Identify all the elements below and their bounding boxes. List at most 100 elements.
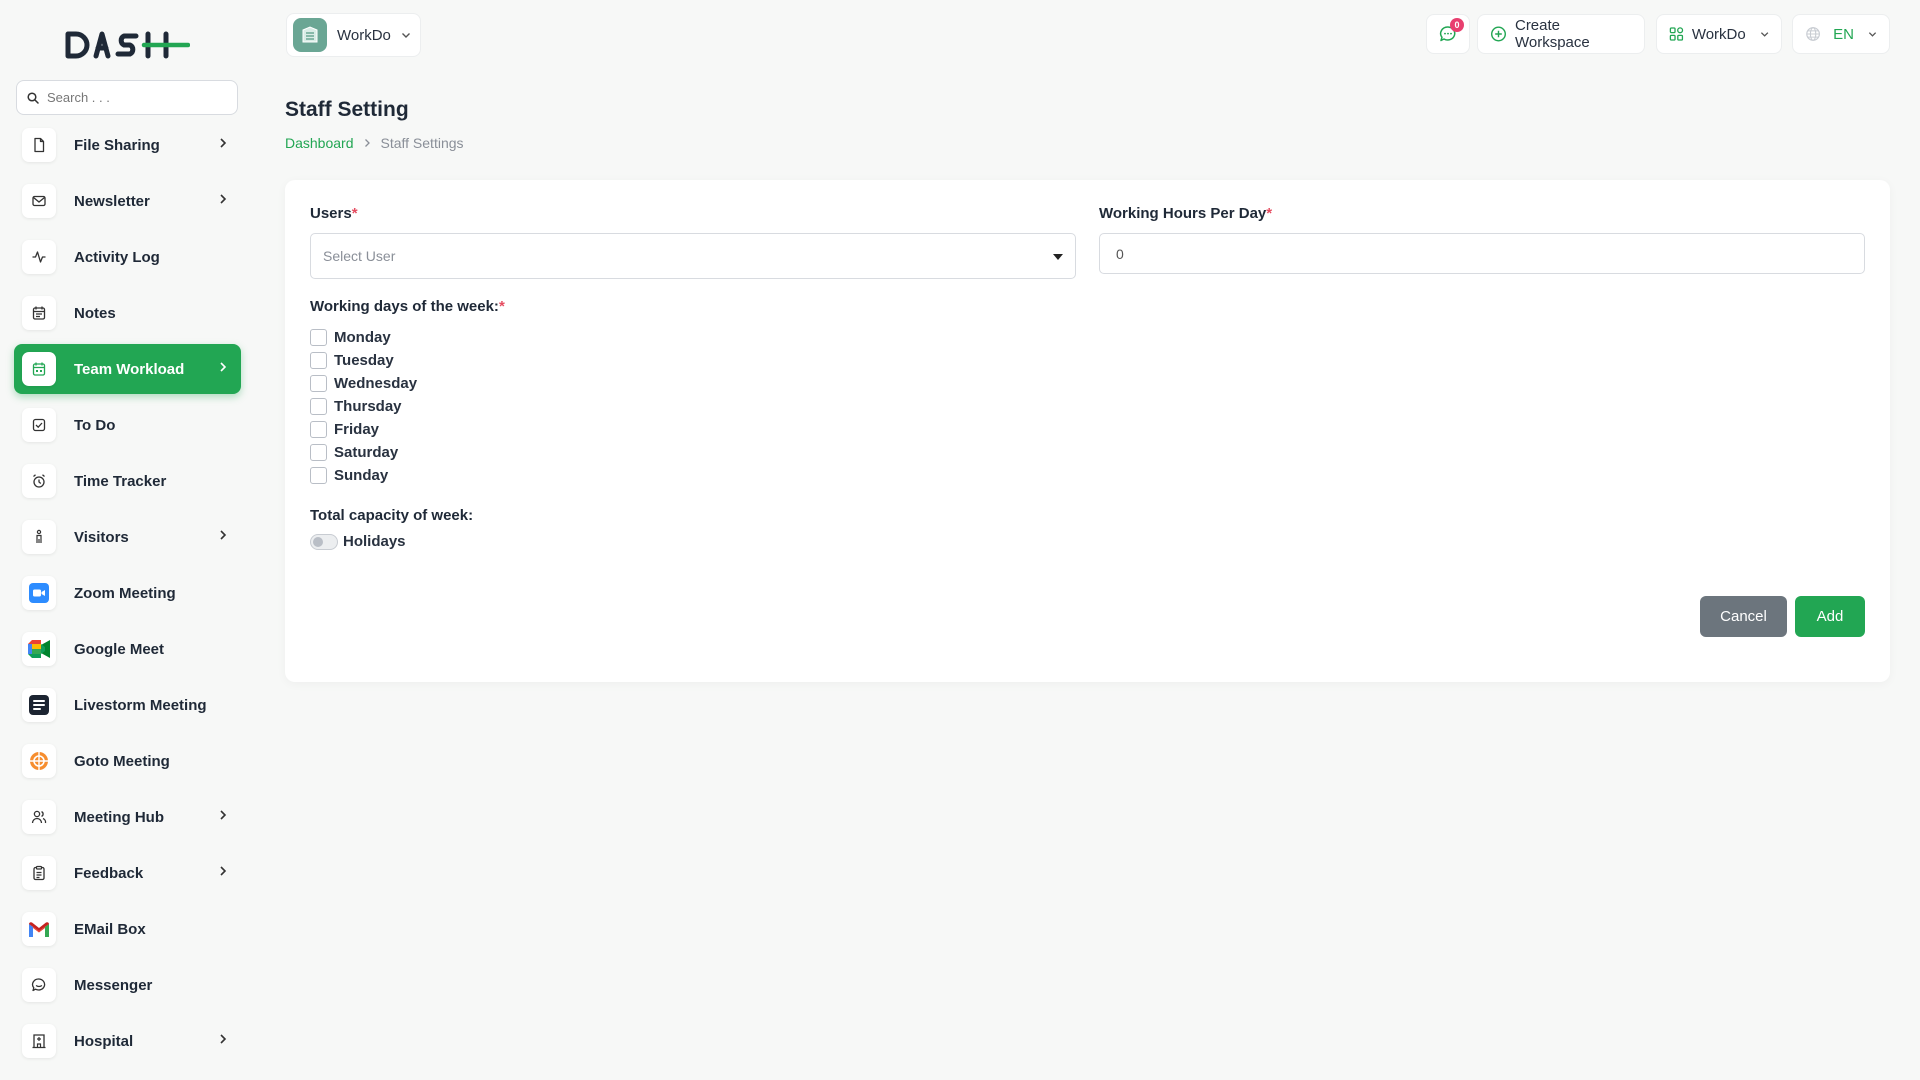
sidebar-item-label: Time Tracker [74, 472, 167, 490]
sidebar-item-label: Google Meet [74, 640, 165, 658]
total-capacity-label: Total capacity of week: [310, 507, 474, 524]
alarm-icon [22, 464, 56, 498]
working-days-list: Monday Tuesday Wednesday Thursday Friday… [310, 326, 417, 487]
chevron-right-icon [220, 866, 227, 876]
sidebar-item-hospital[interactable]: Hospital [14, 1016, 241, 1066]
apps-icon [1669, 27, 1684, 41]
caret-down-icon [1053, 254, 1063, 260]
sidebar-item-label: Hospital [74, 1032, 134, 1050]
workspace-name: WorkDo [337, 26, 391, 44]
sidebar-item-notes[interactable]: Notes [14, 288, 241, 338]
livestorm-icon [22, 688, 56, 722]
google-meet-icon [22, 632, 56, 666]
holidays-toggle-row: Holidays [310, 533, 406, 550]
create-workspace-label: Create Workspace [1514, 17, 1590, 51]
sidebar-item-visitors[interactable]: Visitors [14, 512, 241, 562]
create-workspace-button[interactable]: Create Workspace [1477, 14, 1645, 54]
checkbox-thursday[interactable] [310, 398, 327, 415]
gmail-icon [22, 912, 56, 946]
sidebar-item-team-workload[interactable]: Team Workload [14, 344, 241, 394]
activity-icon [22, 240, 56, 274]
sidebar-item-google-meet[interactable]: Google Meet [14, 624, 241, 674]
plus-circle-icon [1490, 26, 1506, 42]
sidebar-item-label: Feedback [74, 864, 144, 882]
add-button[interactable]: Add [1795, 596, 1865, 637]
checkbox-saturday[interactable] [310, 444, 327, 461]
checkbox-monday[interactable] [310, 329, 327, 346]
chevron-down-icon [1760, 31, 1769, 37]
checkbox-tuesday[interactable] [310, 352, 327, 369]
sidebar-item-label: Team Workload [74, 360, 185, 378]
sidebar-item-label: Livestorm Meeting [74, 696, 207, 714]
file-icon [22, 128, 56, 162]
workspace-logo-icon [293, 18, 327, 52]
messages-button[interactable]: 0 [1426, 14, 1470, 54]
search-input[interactable] [47, 90, 217, 105]
day-saturday[interactable]: Saturday [310, 441, 417, 464]
working-days-label: Working days of the week:* [310, 298, 505, 315]
day-tuesday[interactable]: Tuesday [310, 349, 417, 372]
breadcrumb: Dashboard Staff Settings [285, 135, 464, 151]
sidebar-item-label: Activity Log [74, 248, 160, 266]
language-dropdown[interactable]: EN [1792, 14, 1890, 54]
users-select[interactable]: Select User [310, 233, 1076, 279]
notes-icon [22, 296, 56, 330]
sidebar-item-time-tracker[interactable]: Time Tracker [14, 456, 241, 506]
workspace-switcher[interactable]: WorkDo [286, 13, 421, 57]
language-label: EN [1833, 25, 1855, 43]
dash-logo-icon [65, 31, 190, 59]
checkbox-friday[interactable] [310, 421, 327, 438]
staff-setting-form: Users* Select User Working Hours Per Day… [285, 180, 1890, 682]
sidebar-item-feedback[interactable]: Feedback [14, 848, 241, 898]
sidebar-item-label: File Sharing [74, 136, 160, 154]
breadcrumb-separator-icon [364, 139, 370, 147]
sidebar-item-label: Meeting Hub [74, 808, 164, 826]
users-select-placeholder: Select User [323, 248, 396, 264]
sidebar-item-label: Visitors [74, 528, 129, 546]
page-title: Staff Setting [285, 98, 409, 121]
search-box[interactable] [16, 80, 238, 115]
sidebar-item-label: Newsletter [74, 192, 150, 210]
day-wednesday[interactable]: Wednesday [310, 372, 417, 395]
checkbox-sunday[interactable] [310, 467, 327, 484]
checkbox-wednesday[interactable] [310, 375, 327, 392]
day-thursday[interactable]: Thursday [310, 395, 417, 418]
cancel-button[interactable]: Cancel [1700, 596, 1787, 637]
chevron-right-icon [220, 1034, 227, 1044]
workspace-dropdown[interactable]: WorkDo [1656, 14, 1782, 54]
sidebar-item-newsletter[interactable]: Newsletter [14, 176, 241, 226]
sidebar-nav: File Sharing Newsletter Activity Log Not… [14, 120, 241, 1072]
sidebar-item-activity-log[interactable]: Activity Log [14, 232, 241, 282]
person-icon [22, 520, 56, 554]
sidebar-item-zoom-meeting[interactable]: Zoom Meeting [14, 568, 241, 618]
day-friday[interactable]: Friday [310, 418, 417, 441]
sidebar-item-goto-meeting[interactable]: Goto Meeting [14, 736, 241, 786]
breadcrumb-dashboard-link[interactable]: Dashboard [285, 135, 354, 151]
day-monday[interactable]: Monday [310, 326, 417, 349]
sidebar-item-livestorm-meeting[interactable]: Livestorm Meeting [14, 680, 241, 730]
working-hours-input[interactable] [1099, 233, 1865, 274]
chevron-right-icon [220, 810, 227, 820]
day-sunday[interactable]: Sunday [310, 464, 417, 487]
zoom-icon [22, 576, 56, 610]
sidebar-item-meeting-hub[interactable]: Meeting Hub [14, 792, 241, 842]
holidays-toggle[interactable] [310, 533, 338, 550]
search-icon [27, 91, 39, 104]
sidebar-item-label: Messenger [74, 976, 153, 994]
chevron-right-icon [220, 194, 227, 204]
sidebar-item-messenger[interactable]: Messenger [14, 960, 241, 1010]
calendar-icon [22, 352, 56, 386]
sidebar-item-label: Goto Meeting [74, 752, 170, 770]
users-label: Users* [310, 205, 358, 222]
dash-logo[interactable] [64, 28, 194, 62]
chevron-down-icon [401, 32, 410, 38]
sidebar-item-file-sharing[interactable]: File Sharing [14, 120, 241, 170]
chevron-right-icon [220, 362, 227, 372]
sidebar-item-to-do[interactable]: To Do [14, 400, 241, 450]
globe-icon [1806, 27, 1820, 41]
messages-count-badge: 0 [1450, 18, 1464, 32]
sidebar-item-label: To Do [74, 416, 116, 434]
sidebar-item-label: Notes [74, 304, 116, 322]
chevron-down-icon [1868, 31, 1877, 37]
sidebar-item-email-box[interactable]: EMail Box [14, 904, 241, 954]
